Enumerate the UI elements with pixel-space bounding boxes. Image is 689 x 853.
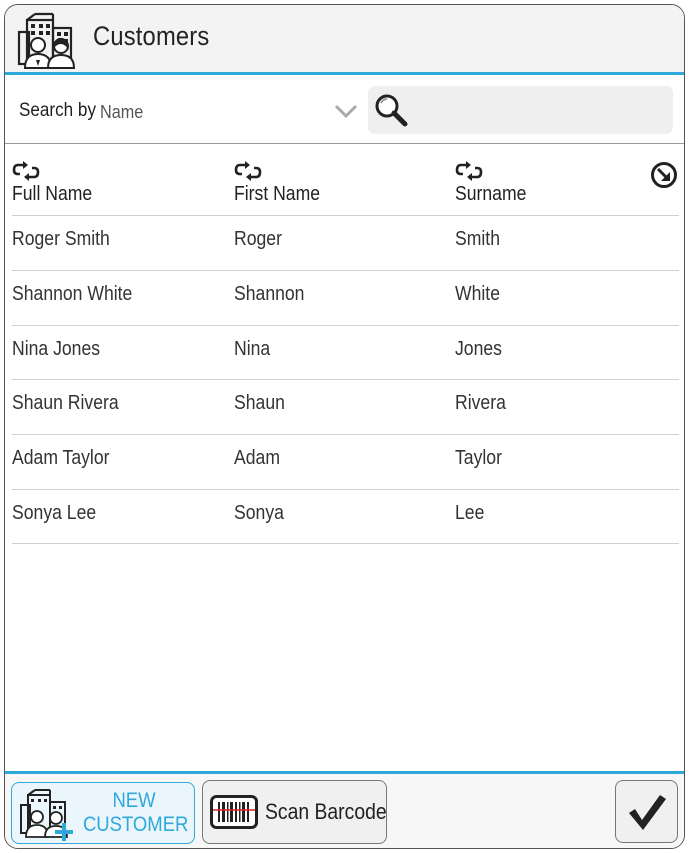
customers-window: Customers Search by Name Full Name First… [4,4,685,849]
cell-full-name: Roger Smith [12,228,110,250]
scan-barcode-button[interactable]: Scan Barcode [202,780,387,844]
new-customer-label: NEW CUSTOMER [82,789,189,837]
cell-first-name: Sonya [234,501,284,524]
new-customer-label-line2: CUSTOMER [82,813,189,836]
cell-first-name: Nina [234,337,271,360]
column-label: Surname [455,183,527,205]
cell-first-name: Shannon [234,282,305,305]
table-row[interactable]: Sonya Lee Sonya Lee [12,488,679,544]
search-input[interactable] [414,94,664,126]
sort-icon[interactable] [455,161,483,181]
column-header-first-name[interactable]: First Name [234,161,332,206]
table-row[interactable]: Adam Taylor Adam Taylor [12,434,679,489]
cell-surname: Jones [455,337,502,360]
search-box[interactable] [368,86,673,134]
cell-first-name: Roger [234,228,282,250]
column-label: Full Name [12,183,93,205]
reset-sort-icon[interactable] [650,161,678,189]
add-customer-icon [20,789,73,841]
table-row[interactable]: Shaun Rivera Shaun Rivera [12,379,679,434]
new-customer-label-line1: NEW [112,789,156,812]
cell-full-name: Adam Taylor [12,447,110,470]
cell-surname: Lee [455,501,485,524]
cell-surname: Smith [455,228,500,250]
sort-icon[interactable] [234,161,262,181]
cell-surname: White [455,282,500,305]
barcode-icon [210,795,258,829]
new-customer-button[interactable]: NEW CUSTOMER [11,782,195,844]
header-bar: Customers [5,5,684,75]
table-header: Full Name First Name Surname [5,145,684,215]
column-header-full-name[interactable]: Full Name [12,161,103,206]
checkmark-icon [629,795,666,830]
cell-full-name: Shaun Rivera [12,392,119,415]
search-icon [375,94,408,127]
cell-first-name: Adam [234,447,280,470]
cell-full-name: Nina Jones [12,337,101,360]
column-header-surname[interactable]: Surname [455,161,536,206]
table-row[interactable]: Shannon White Shannon White [12,269,679,325]
confirm-button[interactable] [615,780,678,843]
cell-full-name: Sonya Lee [12,501,97,524]
chevron-down-icon[interactable] [333,102,359,120]
table-row[interactable]: Roger Smith Roger Smith [12,215,679,270]
search-row: Search by Name [5,78,684,144]
cell-full-name: Shannon White [12,282,133,305]
footer-toolbar: NEW CUSTOMER Scan Barcode [5,771,684,848]
cell-surname: Taylor [455,447,502,470]
scan-barcode-label: Scan Barcode [265,799,387,824]
sort-icon[interactable] [12,161,40,181]
customer-table-body: Roger Smith Roger Smith Shannon White Sh… [12,215,679,544]
search-field-select[interactable]: Name [100,102,143,123]
column-label: First Name [234,183,321,205]
table-row[interactable]: Nina Jones Nina Jones [12,324,679,380]
search-by-label: Search by [19,100,96,121]
cell-surname: Rivera [455,392,506,415]
cell-first-name: Shaun [234,392,285,415]
customers-building-icon [17,12,76,69]
page-title: Customers [93,21,210,51]
